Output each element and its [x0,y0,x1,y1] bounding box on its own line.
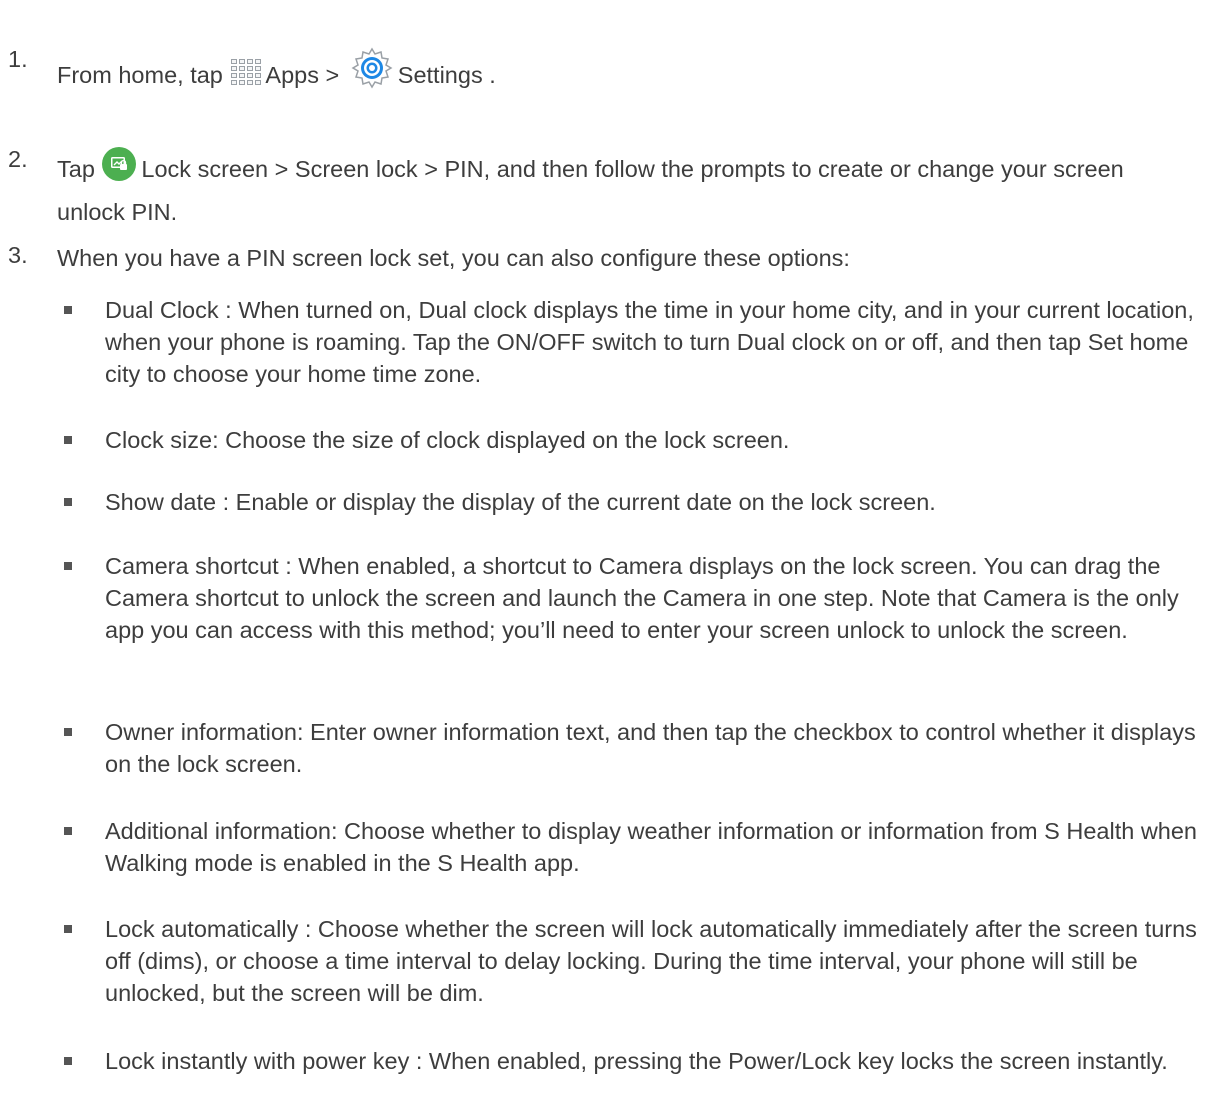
bullet-marker [64,436,72,444]
option-text: Camera shortcut : When enabled, a shortc… [105,553,1179,643]
step-3: 3. When you have a PIN screen lock set, … [0,240,1200,280]
step-3-text: When you have a PIN screen lock set, you… [57,245,850,271]
step-1-end: . [489,62,496,89]
step-1-intro: From home, tap [57,62,223,89]
step-1-text: From home, tap Apps > Settings . [57,46,1197,108]
option-text: Lock automatically : Choose whether the … [105,916,1197,1006]
apps-label: Apps [265,62,319,89]
option-text: Show date : Enable or display the displa… [105,489,936,515]
step-number: 3. [8,242,28,268]
bullet-marker [64,562,72,570]
step-number: 1. [8,46,28,72]
option-text: Dual Clock : When turned on, Dual clock … [105,297,1194,387]
step-1: 1. From home, tap Apps > Settings . [0,42,1200,89]
step-2-intro: Tap [57,156,95,183]
option-text: Clock size: Choose the size of clock dis… [105,427,790,453]
lock-screen-icon [102,147,137,181]
settings-label: Settings [397,62,483,89]
bullet-marker [64,728,72,736]
bullet-marker [64,498,72,506]
document-page: 1. From home, tap Apps > Settings . 2. T… [0,0,1210,1103]
step-2-text: Tap Lock screen > Screen lock > PIN, and… [57,146,1197,228]
bullet-marker [64,827,72,835]
step-number: 2. [8,146,28,172]
gear-icon [351,47,393,89]
bullet-marker [64,306,72,314]
step-2: 2. Tap Lock screen > Screen lock > PIN, … [0,132,1200,225]
bullet-marker [64,1057,72,1065]
option-text: Lock instantly with power key : When ena… [105,1048,1168,1074]
bullet-marker [64,925,72,933]
apps-grid-icon [231,59,263,89]
step-2-body: Lock screen > Screen lock > PIN, and the… [57,156,1124,225]
option-text: Owner information: Enter owner informati… [105,719,1196,777]
option-text: Additional information: Choose whether t… [105,818,1198,876]
separator: > [325,62,340,89]
